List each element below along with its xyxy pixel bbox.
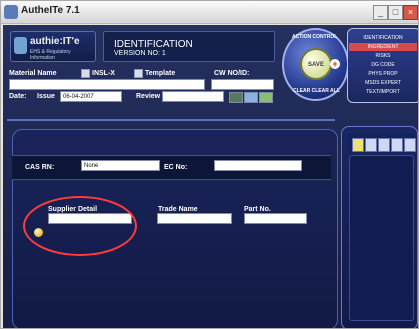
- version-number: VERSION NO: 1: [114, 50, 166, 57]
- add-icon[interactable]: +: [330, 59, 340, 69]
- calendar-icon[interactable]: [229, 92, 243, 103]
- menu-text-import[interactable]: TEXT/IMPORT: [349, 88, 417, 96]
- menu-ingredient[interactable]: INGREDIENT: [349, 43, 417, 51]
- issue-date-field[interactable]: 06-04-2007: [60, 91, 122, 102]
- menu-msds-expert[interactable]: MSDS EXPERT: [349, 79, 417, 87]
- app-icon: [4, 5, 18, 19]
- trade-name-field[interactable]: [157, 213, 232, 224]
- brand-tagline: EHS & Regulatory Information: [30, 49, 71, 61]
- application-window: AutheITe 7.1 _ □ × authie:IT'e EHS & Reg…: [0, 0, 419, 329]
- part-no-field[interactable]: [244, 213, 307, 224]
- approve-icon[interactable]: [259, 92, 273, 103]
- title-bar: AutheITe 7.1 _ □ ×: [1, 1, 418, 24]
- logo-avatar: [14, 37, 27, 54]
- brand-name: authie:IT'e: [30, 36, 80, 47]
- template-checkbox[interactable]: [134, 69, 143, 78]
- menu-phys-prop[interactable]: PHYS PROP: [349, 70, 417, 78]
- refresh-icon[interactable]: [244, 92, 258, 103]
- side-button-2[interactable]: [365, 138, 377, 152]
- wheel-bottom-label: CLEAR CLEAR ALL: [293, 88, 340, 94]
- ec-no-label: EC No:: [164, 164, 188, 171]
- window-title: AutheITe 7.1: [21, 5, 80, 16]
- material-name-field[interactable]: [9, 79, 205, 90]
- trade-name-label: Trade Name: [158, 206, 198, 213]
- supplier-action-icon[interactable]: [34, 228, 43, 237]
- material-name-label: Material Name: [9, 70, 57, 77]
- lock-icon[interactable]: [352, 138, 364, 152]
- menu-identification[interactable]: IDENTIFICATION: [349, 34, 417, 42]
- part-no-label: Part No.: [244, 206, 271, 213]
- issue-label: Issue: [37, 93, 55, 100]
- close-button[interactable]: ×: [403, 5, 418, 20]
- identification-title: IDENTIFICATION: [114, 39, 193, 50]
- review-label: Review: [136, 93, 161, 100]
- minimize-button[interactable]: _: [373, 5, 388, 20]
- highlight-oval: [23, 196, 137, 256]
- cw-no-field[interactable]: [211, 79, 274, 90]
- menu-dg-code[interactable]: DG CODE: [349, 61, 417, 69]
- insl-label: INSL-X: [92, 70, 115, 77]
- app-body: authie:IT'e EHS & Regulatory Information…: [3, 25, 418, 328]
- ec-no-field[interactable]: [214, 160, 302, 171]
- side-content-area: [349, 155, 414, 321]
- identification-fields: Material Name INSL-X Template CW NO/ID: …: [3, 67, 278, 119]
- review-date-field[interactable]: [162, 91, 224, 102]
- side-panel: [341, 126, 418, 328]
- side-button-3[interactable]: [378, 138, 390, 152]
- identification-header: IDENTIFICATION VERSION NO: 1: [103, 31, 275, 62]
- cas-rn-field[interactable]: None: [81, 160, 160, 171]
- maximize-button[interactable]: □: [388, 5, 403, 20]
- menu-risks[interactable]: RISKS: [349, 52, 417, 60]
- brand-logo: authie:IT'e EHS & Regulatory Information: [10, 31, 96, 62]
- template-label: Template: [145, 70, 176, 77]
- date-label: Date:: [9, 93, 27, 100]
- cas-rn-label: CAS RN:: [25, 164, 55, 171]
- side-button-5[interactable]: [404, 138, 416, 152]
- save-button[interactable]: SAVE: [300, 48, 332, 80]
- header-divider: [7, 119, 335, 121]
- navigation-menu: IDENTIFICATION INGREDIENT RISKS DG CODE …: [347, 28, 418, 103]
- insl-checkbox[interactable]: [81, 69, 90, 78]
- side-button-4[interactable]: [391, 138, 403, 152]
- cw-no-label: CW NO/ID:: [214, 70, 250, 77]
- wheel-top-label: ACTION CONTROL: [292, 34, 338, 40]
